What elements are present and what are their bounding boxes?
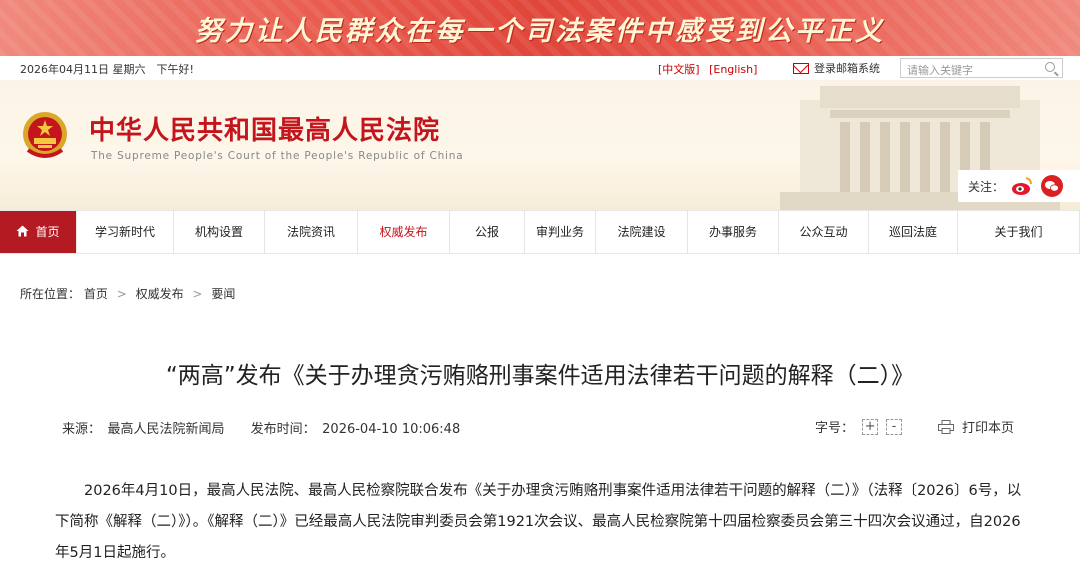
main-nav: 首页 学习新时代 机构设置 法院资讯 权威发布 公报 审判业务 法院建设 办事服务 公众互动 巡回法… xyxy=(0,210,1080,254)
nav-authority[interactable]: 权威发布 xyxy=(358,211,450,253)
article-meta: 来源： 最高人民法院新闻局 发布时间： 2026-04-10 10:06:48 xyxy=(62,418,482,437)
lang-english-link[interactable]: [English] xyxy=(709,63,757,76)
slogan-banner: 努力让人民群众在每一个司法案件中感受到公平正义 xyxy=(0,0,1080,56)
font-decrease-button[interactable]: - xyxy=(886,418,903,435)
print-icon[interactable] xyxy=(938,419,955,434)
article-paragraph: 2026年4月10日，最高人民法院、最高人民检察院联合发布《关于办理贪污贿赂刑事… xyxy=(55,483,1022,561)
nav-item-label: 法院建设 xyxy=(617,225,666,239)
nav-item-label: 法院资讯 xyxy=(286,225,335,239)
nav-gazette[interactable]: 公报 xyxy=(450,211,525,253)
mail-login-link[interactable]: 登录邮箱系统 xyxy=(793,60,880,76)
font-size-label: 字号： xyxy=(815,421,855,436)
nav-item-label: 办事服务 xyxy=(708,225,757,239)
utility-bar: 2026年04月11日 星期六 下午好! [中文版] [English] 登录邮… xyxy=(0,56,1080,80)
weibo-icon[interactable] xyxy=(1010,174,1034,198)
nav-item-label: 权威发布 xyxy=(379,225,428,239)
current-date: 2026年04月11日 星期六 下午好! xyxy=(20,63,194,76)
nav-circuit[interactable]: 巡回法庭 xyxy=(869,211,958,253)
emblem-icon xyxy=(23,112,67,158)
nav-court-news[interactable]: 法院资讯 xyxy=(265,211,358,253)
font-increase-button[interactable]: + xyxy=(862,418,879,435)
nav-item-label: 公众互动 xyxy=(799,225,848,239)
search-input[interactable]: 请输入关键字 xyxy=(900,58,1063,78)
mail-icon xyxy=(793,62,809,74)
breadcrumb-separator: > xyxy=(116,287,127,301)
nav-item-label: 审判业务 xyxy=(535,225,584,239)
mail-login-label: 登录邮箱系统 xyxy=(814,62,880,75)
nav-item-label: 巡回法庭 xyxy=(888,225,937,239)
print-page-link[interactable]: 打印本页 xyxy=(962,417,1014,436)
nav-services[interactable]: 办事服务 xyxy=(688,211,779,253)
nav-interaction[interactable]: 公众互动 xyxy=(779,211,869,253)
nav-home[interactable]: 首页 xyxy=(0,211,77,253)
nav-about[interactable]: 关于我们 xyxy=(958,211,1080,253)
nav-trial[interactable]: 审判业务 xyxy=(525,211,596,253)
breadcrumb-separator: > xyxy=(192,287,203,301)
nav-item-label: 首页 xyxy=(35,225,60,239)
nav-organization[interactable]: 机构设置 xyxy=(174,211,265,253)
article-title: “两高”发布《关于办理贪污贿赂刑事案件适用法律若干问题的解释（二）》 xyxy=(165,363,915,389)
breadcrumb-prefix: 所在位置： xyxy=(20,287,81,301)
search-icon[interactable] xyxy=(1045,62,1055,72)
follow-label: 关注： xyxy=(968,179,1005,194)
site-header: 中华人民共和国最高人民法院 The Supreme People's Court… xyxy=(0,80,1080,210)
home-icon xyxy=(16,225,29,237)
breadcrumb-news[interactable]: 要闻 xyxy=(211,287,235,301)
breadcrumb-authority[interactable]: 权威发布 xyxy=(136,287,184,301)
language-switch: [中文版] [English] xyxy=(658,61,763,77)
site-subtitle: The Supreme People's Court of the People… xyxy=(91,150,464,162)
nav-item-label: 机构设置 xyxy=(194,225,243,239)
site-title[interactable]: 中华人民共和国最高人民法院 xyxy=(89,110,440,147)
article-source: 来源： 最高人民法院新闻局 xyxy=(62,422,225,437)
search-placeholder: 请输入关键字 xyxy=(907,64,973,77)
breadcrumb-home[interactable]: 首页 xyxy=(84,287,108,301)
nav-item-label: 公报 xyxy=(474,225,499,239)
follow-panel: 关注： xyxy=(958,170,1080,202)
slogan-text: 努力让人民群众在每一个司法案件中感受到公平正义 xyxy=(195,16,885,47)
article-body: 2026年4月10日，最高人民法院、最高人民检察院联合发布《关于办理贪污贿赂刑事… xyxy=(55,476,1030,565)
article-tools: 字号： + - 打印本页 xyxy=(815,417,1014,436)
wechat-icon[interactable] xyxy=(1040,174,1064,198)
nav-item-label: 学习新时代 xyxy=(94,225,155,239)
lang-chinese-link[interactable]: [中文版] xyxy=(658,63,700,76)
nav-new-era[interactable]: 学习新时代 xyxy=(77,211,174,253)
nav-item-label: 关于我们 xyxy=(994,225,1043,239)
breadcrumb: 所在位置： 首页 > 权威发布 > 要闻 xyxy=(20,285,235,302)
nav-court-building[interactable]: 法院建设 xyxy=(596,211,688,253)
article-published-time: 发布时间： 2026-04-10 10:06:48 xyxy=(250,422,461,437)
